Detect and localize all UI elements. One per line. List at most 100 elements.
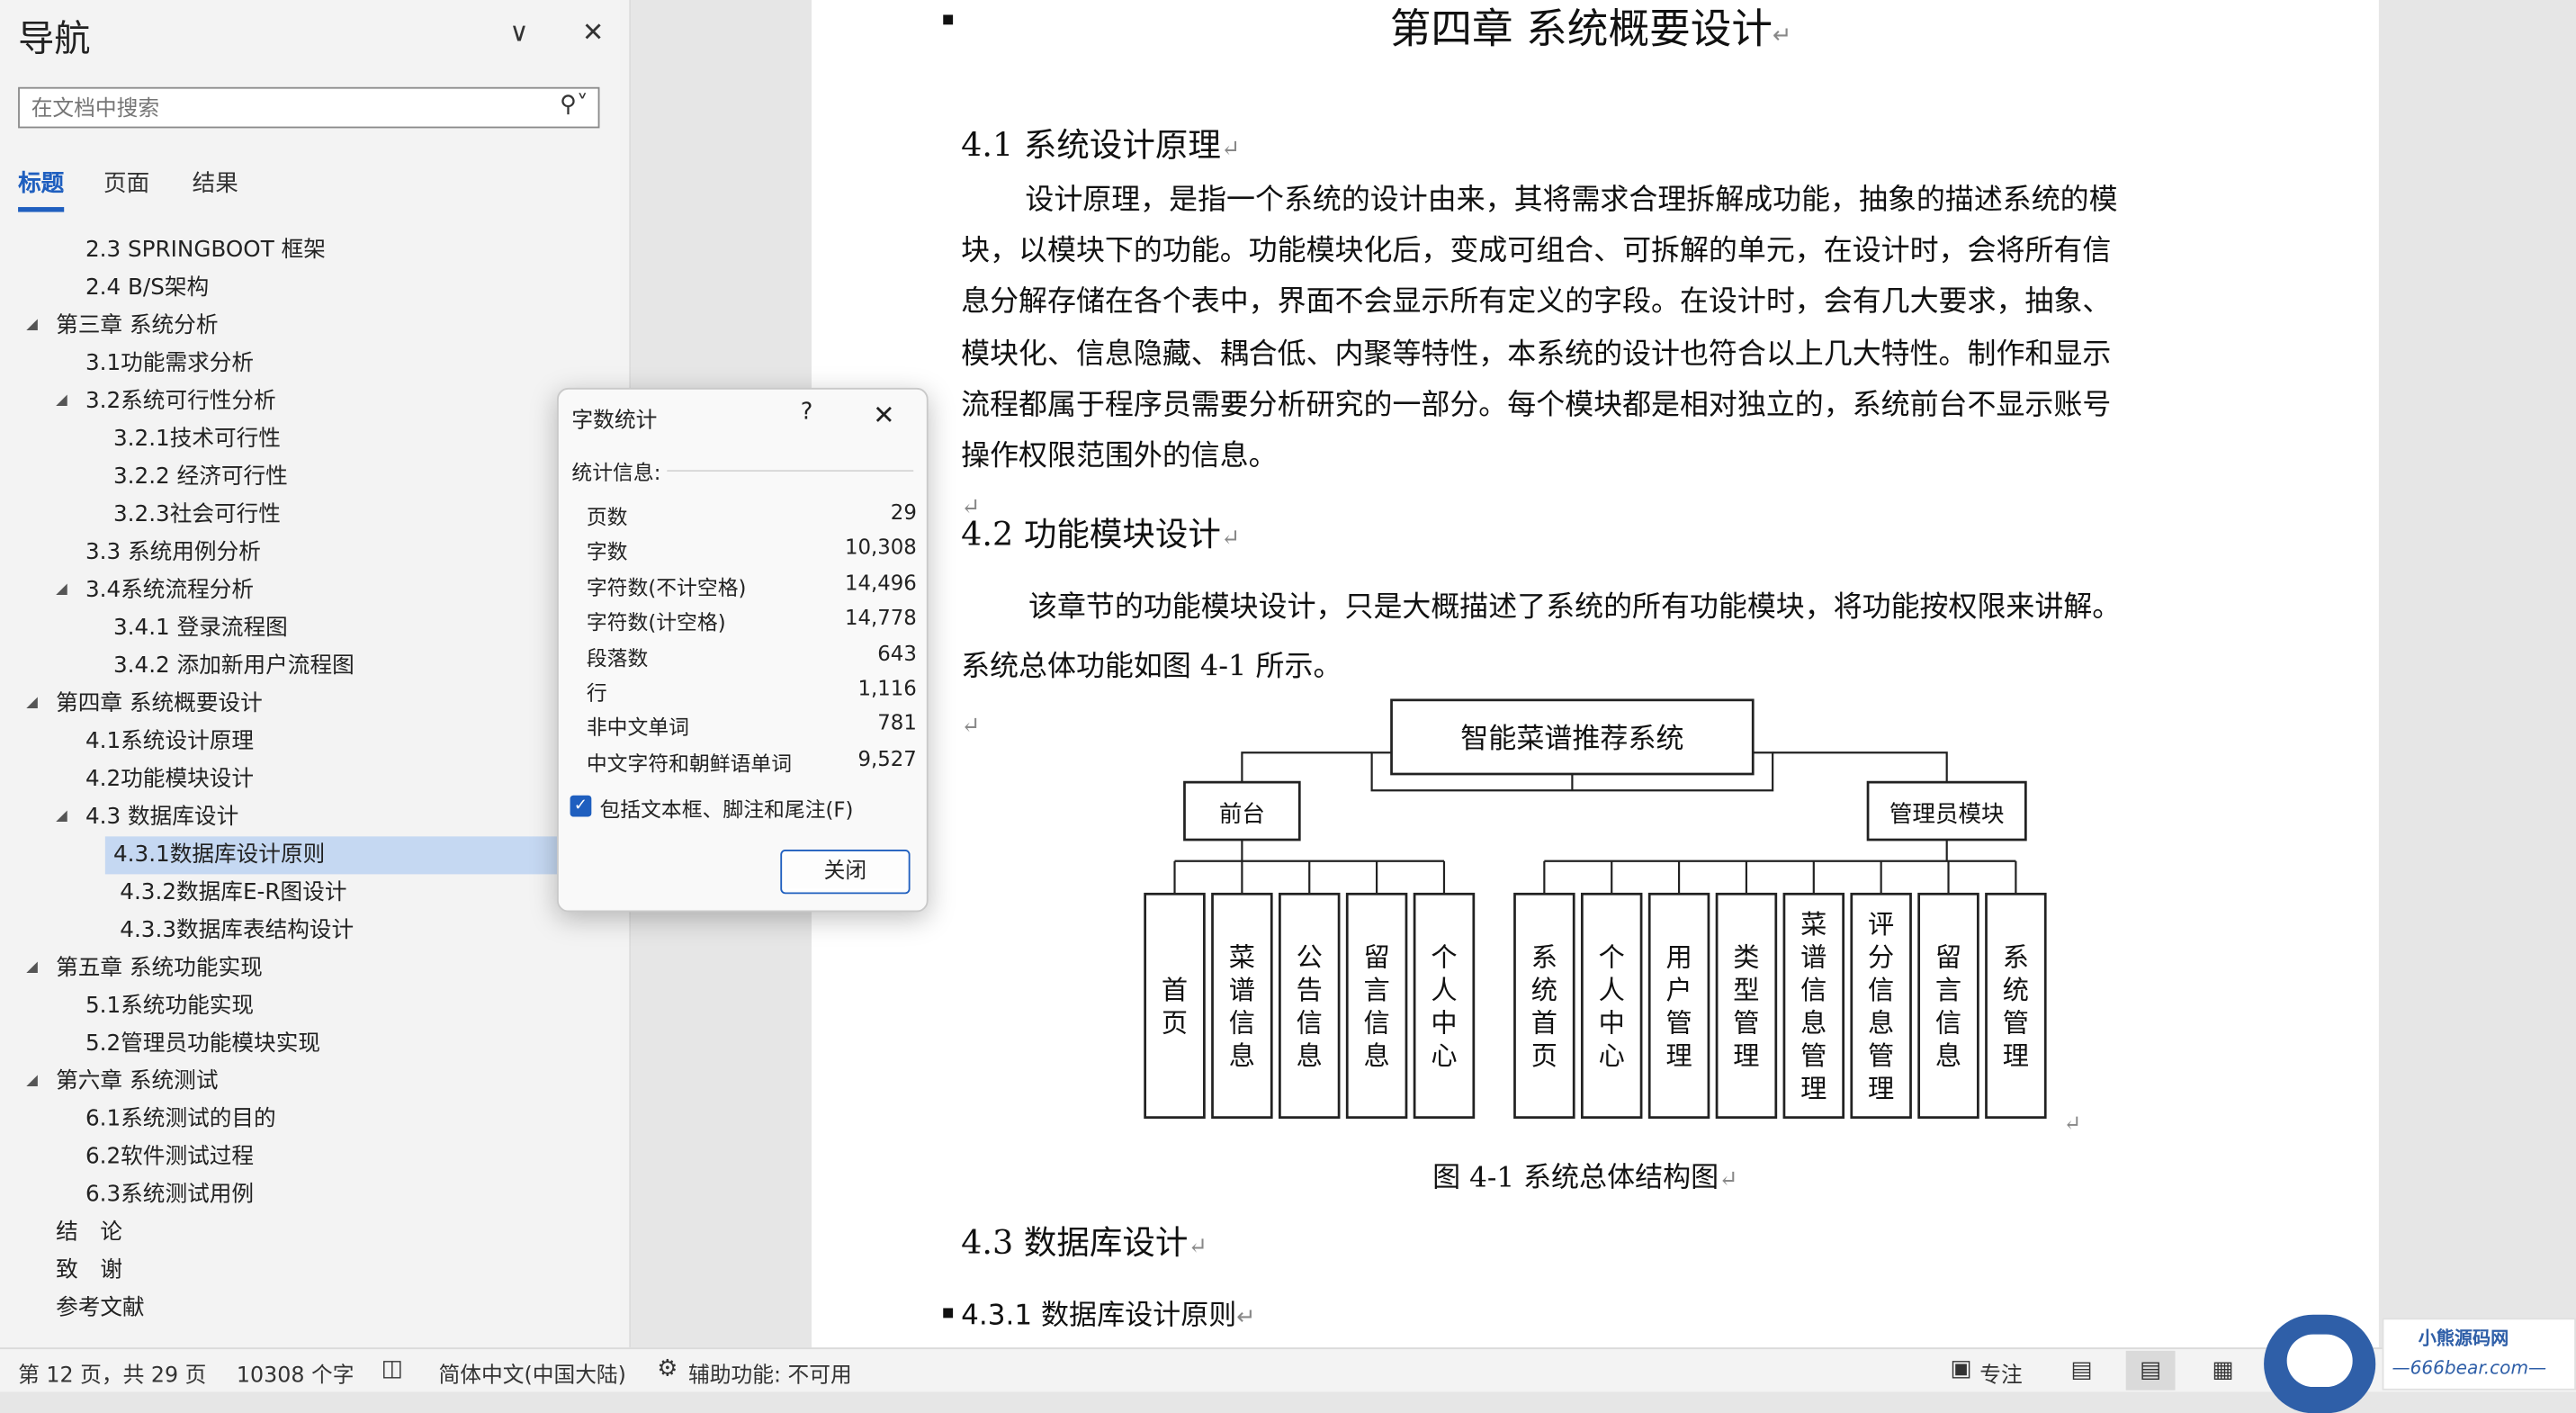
collapse-triangle-icon[interactable]: ◢	[26, 317, 38, 333]
outline-item[interactable]: 4.3 数据库设计	[85, 798, 238, 836]
help-icon[interactable]: ?	[790, 400, 823, 433]
outline-item[interactable]: 3.2.3社会可行性	[113, 496, 281, 534]
tab-headings[interactable]: 标题	[18, 166, 64, 199]
print-layout-icon[interactable]: ▤	[2125, 1350, 2176, 1390]
document-page[interactable]: ▪ 第四章 系统概要设计↵ 4.1 系统设计原理↵ 设计原理，是指一个系统的设计…	[811, 0, 2379, 1348]
collapse-triangle-icon[interactable]: ◢	[26, 695, 38, 711]
svg-text:型: 型	[1733, 975, 1759, 1005]
svg-text:首: 首	[1162, 975, 1188, 1005]
outline-item[interactable]: 5.2管理员功能模块实现	[85, 1025, 320, 1063]
outline-item[interactable]: 3.4系统流程分析	[85, 572, 254, 609]
svg-text:管: 管	[1733, 1008, 1759, 1039]
close-button[interactable]: 关闭	[780, 849, 911, 895]
language-indicator[interactable]: 简体中文(中国大陆)	[439, 1357, 626, 1388]
svg-text:谱: 谱	[1800, 942, 1827, 973]
svg-text:中: 中	[1599, 1008, 1625, 1039]
stat-label: 中文字符和朝鲜语单词	[586, 751, 793, 776]
proofing-icon[interactable]: ◫	[381, 1355, 403, 1382]
svg-text:息: 息	[1297, 1040, 1323, 1071]
outline-item[interactable]: 参考文献	[56, 1290, 145, 1328]
tab-pages[interactable]: 页面	[103, 166, 149, 199]
web-layout-icon[interactable]: ▦	[2198, 1351, 2248, 1390]
svg-text:言: 言	[1935, 975, 1961, 1005]
chevron-down-icon[interactable]: ∨	[501, 14, 537, 50]
outline-item[interactable]: 第三章 系统分析	[56, 307, 218, 345]
page-count[interactable]: 第 12 页，共 29 页	[18, 1357, 206, 1388]
svg-text:信: 信	[1800, 975, 1827, 1005]
read-mode-icon[interactable]: ▤	[2057, 1351, 2106, 1390]
outline-item[interactable]: 6.1系统测试的目的	[85, 1101, 276, 1138]
collapse-triangle-icon[interactable]: ◢	[56, 808, 67, 824]
diagram-admin-item-box	[1917, 892, 1979, 1119]
svg-text:留: 留	[1363, 942, 1389, 973]
word-count-dialog: 字数统计 ? ✕ 统计信息: 页数 29 字数 10,308 字符数(不计空格) 14,4…	[556, 387, 929, 913]
outline-item[interactable]: 4.1系统设计原理	[85, 723, 254, 760]
watermark-name: 小熊源码网	[2418, 1328, 2509, 1350]
stat-label: 字数	[586, 539, 628, 564]
focus-icon[interactable]: ▣	[1950, 1355, 1971, 1382]
tab-results[interactable]: 结果	[193, 166, 238, 199]
word-count[interactable]: 10308 个字	[237, 1357, 355, 1388]
search-box[interactable]: ⚲˅	[18, 86, 600, 129]
svg-text:人: 人	[1431, 975, 1457, 1005]
svg-text:页: 页	[1162, 1008, 1188, 1039]
outline-item[interactable]: 第六章 系统测试	[56, 1063, 218, 1101]
nav-title: 导航	[18, 19, 91, 61]
outline-item[interactable]: 第五章 系统功能实现	[56, 950, 263, 987]
stat-label: 页数	[586, 504, 628, 529]
outline-item[interactable]: 4.3.2数据库E-R图设计	[120, 874, 346, 912]
svg-text:理: 理	[1800, 1074, 1827, 1104]
accessibility-status[interactable]: 辅助功能: 不可用	[688, 1357, 852, 1388]
diagram-admin-label: 管理员模块	[1889, 801, 2005, 828]
connector-line	[1241, 752, 1372, 783]
outline-item[interactable]: 3.2.2 经济可行性	[113, 458, 288, 496]
outline-item[interactable]: 4.2功能模块设计	[85, 760, 254, 798]
collapse-triangle-icon[interactable]: ◢	[26, 1073, 38, 1089]
outline-item[interactable]: 5.1系统功能实现	[85, 987, 254, 1025]
svg-text:公: 公	[1297, 942, 1323, 973]
search-input[interactable]	[28, 90, 528, 129]
outline-item[interactable]: 2.4 B/S架构	[85, 269, 209, 307]
accessibility-icon[interactable]: ⚙	[657, 1355, 678, 1382]
outline-item[interactable]: 3.1功能需求分析	[85, 345, 254, 382]
diagram-front-item-box	[1279, 892, 1341, 1119]
stat-label: 字符数(计空格)	[586, 609, 726, 635]
dialog-close-icon[interactable]: ✕	[866, 398, 902, 434]
svg-text:管: 管	[1800, 1040, 1827, 1071]
svg-text:管: 管	[2003, 1008, 2029, 1039]
svg-text:理: 理	[1868, 1074, 1894, 1104]
stat-label: 段落数	[586, 644, 649, 670]
outline-item[interactable]: 4.3.3数据库表结构设计	[120, 912, 354, 950]
stat-value: 10,308	[844, 535, 917, 560]
include-textboxes-label[interactable]: 包括文本框、脚注和尾注(F)	[599, 792, 853, 824]
svg-text:息: 息	[1935, 1040, 1961, 1071]
collapse-triangle-icon[interactable]: ◢	[56, 392, 67, 409]
outline-item[interactable]: 3.2.1技术可行性	[113, 420, 281, 458]
collapse-triangle-icon[interactable]: ◢	[26, 959, 38, 976]
svg-text:页: 页	[1531, 1040, 1557, 1071]
svg-text:统: 统	[2003, 975, 2029, 1005]
outline-item[interactable]: 第四章 系统概要设计	[56, 685, 263, 723]
outline-item[interactable]: 3.2系统可行性分析	[85, 382, 276, 420]
outline-item[interactable]: 3.4.2 添加新用户流程图	[113, 647, 355, 685]
svg-text:告: 告	[1297, 975, 1323, 1005]
outline-item[interactable]: 3.4.1 登录流程图	[113, 609, 288, 647]
stat-value: 14,496	[844, 570, 917, 595]
outline-item[interactable]: 致 谢	[56, 1252, 122, 1290]
outline-item[interactable]: 结 论	[56, 1214, 122, 1252]
svg-text:信: 信	[1363, 1008, 1389, 1039]
outline-item[interactable]: 6.3系统测试用例	[85, 1176, 254, 1214]
stat-label: 行	[586, 680, 607, 706]
outline-item[interactable]: 3.3 系统用例分析	[85, 534, 261, 572]
heading-4-3-1: 4.3.1 数据库设计原则↵	[961, 1300, 1256, 1333]
diagram-front-item-box	[1144, 892, 1206, 1119]
close-icon[interactable]: ✕	[575, 14, 611, 50]
collapse-triangle-icon[interactable]: ◢	[56, 581, 67, 598]
outline-item[interactable]: 2.3 SPRINGBOOT 框架	[85, 231, 326, 269]
outline-item[interactable]: 6.2软件测试过程	[85, 1138, 254, 1176]
svg-text:首: 首	[1531, 1008, 1557, 1039]
include-textboxes-checkbox[interactable]: ✓	[570, 795, 592, 817]
search-icon[interactable]: ⚲˅	[560, 92, 588, 118]
tab-active-indicator	[18, 207, 65, 212]
focus-label[interactable]: 专注	[1979, 1357, 2023, 1388]
